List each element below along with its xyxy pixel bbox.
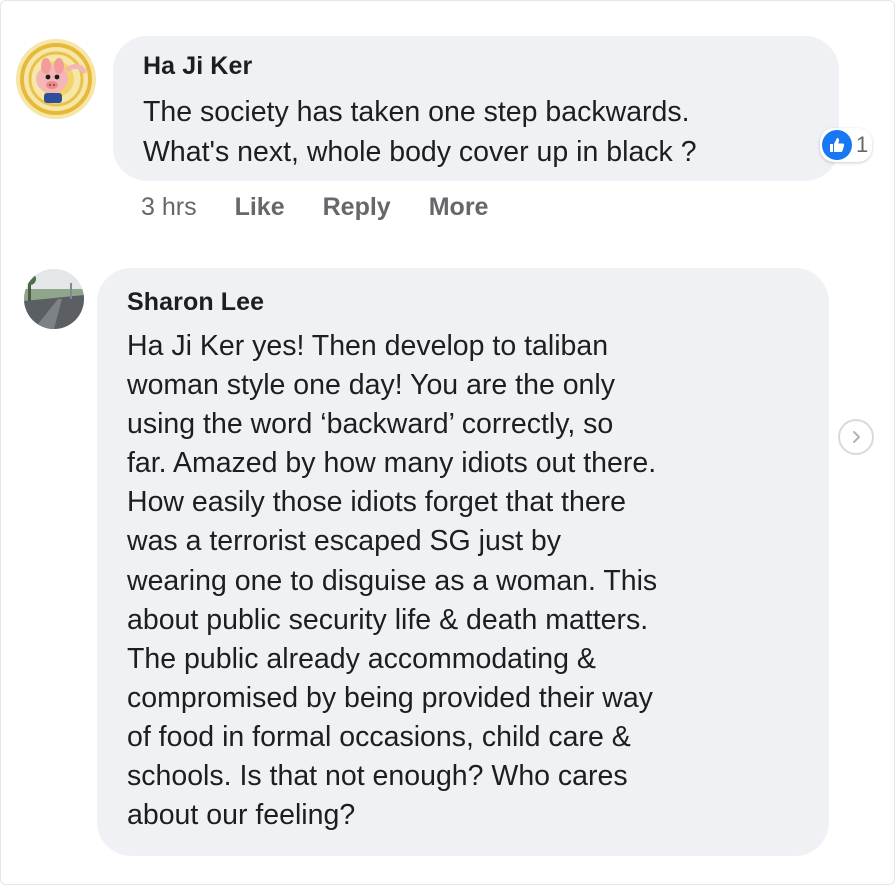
like-link[interactable]: Like — [235, 193, 285, 222]
comment-bubble: Ha Ji Ker The society has taken one step… — [113, 36, 839, 181]
more-link[interactable]: More — [429, 193, 489, 222]
comment-text: Ha Ji Ker yes! Then develop to taliban w… — [127, 330, 658, 832]
like-thumb-icon — [822, 130, 852, 160]
reaction-count: 1 — [856, 132, 869, 157]
reply-link[interactable]: Reply — [323, 193, 391, 222]
road-photo-avatar-image — [24, 269, 84, 329]
comment-timestamp[interactable]: 3 hrs — [141, 193, 197, 222]
comment-author[interactable]: Ha Ji Ker — [143, 50, 839, 82]
chevron-right-icon[interactable] — [838, 419, 874, 455]
comment-author[interactable]: Sharon Lee — [127, 286, 829, 318]
comment-bubble: Sharon Lee Ha Ji Ker yes! Then develop t… — [97, 268, 829, 856]
reaction-badge[interactable]: 1 — [820, 128, 873, 162]
avatar-sharon-lee[interactable] — [24, 269, 84, 329]
comments-panel: Ha Ji Ker The society has taken one step… — [0, 0, 895, 885]
cartoon-pig-avatar-image — [16, 39, 96, 119]
comment-actions: 3 hrs Like Reply More — [141, 193, 526, 222]
comment-text: The society has taken one step backwards… — [143, 96, 697, 168]
avatar-ha-ji-ker[interactable] — [16, 39, 96, 119]
